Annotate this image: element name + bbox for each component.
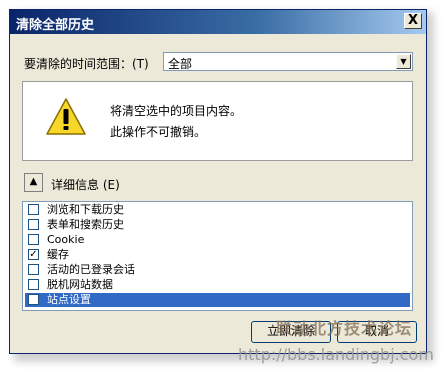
list-item[interactable]: 活动的已登录会话: [25, 263, 410, 277]
details-label: 详细信息 (E): [51, 178, 120, 192]
warning-message-line1: 将清空选中的项目内容。: [110, 104, 243, 118]
list-item[interactable]: ✓ 缓存: [25, 248, 410, 262]
list-item-label: Cookie: [47, 233, 85, 246]
checkbox[interactable]: [28, 264, 39, 275]
checkbox[interactable]: [28, 279, 39, 290]
list-item-label: 站点设置: [47, 293, 91, 306]
chevron-up-icon: ▲: [29, 176, 38, 187]
clear-history-dialog: 清除全部历史 X 要清除的时间范围：(T) 全部 ▼ 将清空选中的项目内容。 此…: [9, 9, 427, 354]
chevron-down-icon[interactable]: ▼: [396, 54, 411, 69]
title-bar[interactable]: 清除全部历史 X: [10, 10, 426, 34]
time-range-label: 要清除的时间范围：(T): [24, 57, 149, 71]
forum-watermark: 联动北方技术论坛: [276, 319, 413, 338]
list-item-label: 活动的已登录会话: [47, 263, 135, 276]
list-item-label: 浏览和下载历史: [47, 203, 124, 216]
dialog-title: 清除全部历史: [16, 18, 95, 33]
url-watermark: http://bbs.landingbj.com: [238, 345, 434, 364]
close-icon: X: [407, 13, 419, 28]
list-item[interactable]: 脱机网站数据: [25, 278, 410, 292]
list-item[interactable]: Cookie: [25, 233, 410, 247]
warning-icon: [46, 98, 86, 135]
history-items-list[interactable]: 浏览和下载历史 表单和搜索历史 Cookie ✓ 缓存 活动的已登录会话 脱机网…: [22, 201, 413, 311]
list-item-label: 缓存: [47, 248, 69, 261]
checkbox[interactable]: [28, 204, 39, 215]
details-toggle-button[interactable]: ▲: [24, 173, 43, 192]
checkbox[interactable]: [28, 234, 39, 245]
warning-message-line2: 此操作不可撤销。: [110, 125, 207, 139]
list-item[interactable]: 表单和搜索历史: [25, 218, 410, 232]
list-item-label: 表单和搜索历史: [47, 218, 124, 231]
close-button[interactable]: X: [404, 13, 422, 29]
checkbox[interactable]: [28, 219, 39, 230]
warning-panel: 将清空选中的项目内容。 此操作不可撤销。: [22, 81, 413, 161]
list-item[interactable]: 浏览和下载历史: [25, 203, 410, 217]
checkbox[interactable]: [28, 294, 39, 305]
time-range-value: 全部: [168, 57, 193, 71]
list-item-label: 脱机网站数据: [47, 278, 113, 291]
checkbox[interactable]: ✓: [28, 249, 39, 260]
time-range-select[interactable]: 全部 ▼: [163, 52, 413, 71]
list-item[interactable]: 站点设置: [25, 293, 410, 307]
